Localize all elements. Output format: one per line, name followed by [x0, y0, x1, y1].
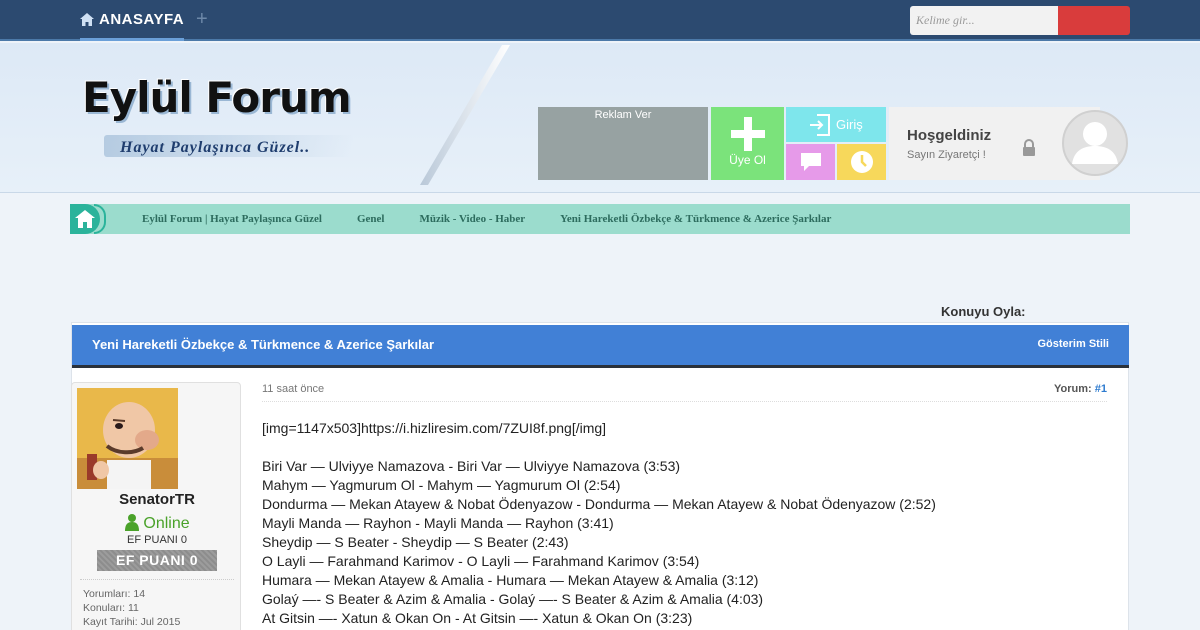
online-status-label: Online: [143, 515, 190, 532]
top-navbar: ANASAYFA + Kelime gir...: [0, 0, 1200, 41]
author-username[interactable]: SenatorTR: [72, 491, 242, 508]
post-author-panel: SenatorTR Online EF PUANI 0 EF PUANI 0 Y…: [71, 382, 241, 630]
search-input[interactable]: Kelime gir...: [910, 6, 1058, 35]
post-line: O Layli — Farahmand Karimov - O Layli — …: [262, 553, 700, 569]
site-logo[interactable]: Eylül Forum Hayat Paylaşınca Güzel..: [82, 73, 382, 163]
post-line: At Gitsin —- Xatun & Okan On - At Gitsin…: [262, 610, 693, 626]
author-panel-divider: [80, 579, 234, 580]
rate-thread-label: Konuyu Oyla:: [941, 304, 1026, 319]
author-avatar[interactable]: [77, 388, 178, 489]
post-content: [img=1147x503]https://i.hizliresim.com/7…: [262, 419, 1107, 628]
post-header-divider: [262, 401, 1107, 402]
author-stats: Yorumları: 14 Konuları: 11 Kayıt Tarihi:…: [83, 587, 180, 629]
breadcrumb-item-thread[interactable]: Yeni Hareketli Özbekçe & Türkmence & Aze…: [560, 213, 831, 225]
home-nav-label: ANASAYFA: [99, 10, 185, 28]
thread-header: Yeni Hareketli Özbekçe & Türkmence & Aze…: [72, 325, 1129, 365]
home-icon: [75, 210, 95, 228]
logo-title: Eylül Forum: [82, 73, 352, 122]
recent-tile[interactable]: [837, 144, 886, 180]
signup-tile[interactable]: Üye Ol: [711, 107, 784, 180]
post-number: Yorum: #1: [1054, 383, 1107, 395]
header-divider: [420, 45, 510, 185]
welcome-subtitle: Sayın Ziyaretçi !: [907, 149, 986, 161]
author-topics-count: Konuları: 11: [83, 602, 139, 614]
logo-subtitle: Hayat Paylaşınca Güzel..: [120, 139, 311, 156]
plus-icon[interactable]: +: [196, 8, 208, 31]
online-user-icon: [125, 514, 140, 531]
advertise-tile[interactable]: Reklam Ver: [538, 107, 708, 180]
breadcrumb-home-ring: [94, 204, 106, 234]
ef-points-badge: EF PUANI 0: [97, 550, 217, 571]
post-line: Golaý —- S Beater & Azim & Amalia - Gola…: [262, 591, 764, 607]
login-icon: [810, 113, 830, 136]
post-number-label: Yorum:: [1054, 383, 1092, 395]
breadcrumb: Eylül Forum | Hayat Paylaşınca Güzel Gen…: [70, 204, 1130, 234]
search-button[interactable]: [1058, 6, 1130, 35]
clock-icon: [850, 151, 873, 173]
signup-label: Üye Ol: [729, 153, 766, 167]
home-icon: [80, 12, 94, 26]
messages-tile[interactable]: [786, 144, 835, 180]
welcome-title: Hoşgeldiniz: [907, 127, 992, 144]
post-line: Sheydip — S Beater - Sheydip — S Beater …: [262, 534, 569, 550]
post-line: Biri Var — Ulviyye Namazova - Biri Var —…: [262, 458, 681, 474]
thread-header-underline: [72, 365, 1129, 368]
home-nav-link[interactable]: ANASAYFA: [80, 0, 185, 41]
lock-icon[interactable]: [1022, 139, 1036, 157]
ef-points-text: EF PUANI 0: [127, 534, 187, 546]
author-posts-count: Yorumları: 14: [83, 588, 146, 600]
post-line: Humara — Mekan Atayew & Amalia - Humara …: [262, 572, 759, 588]
post-timestamp: 11 saat önce: [262, 383, 325, 395]
site-header: Eylül Forum Hayat Paylaşınca Güzel.. Rek…: [0, 43, 1200, 193]
thread-title: Yeni Hareketli Özbekçe & Türkmence & Aze…: [92, 337, 435, 352]
breadcrumb-item-muzik[interactable]: Müzik - Video - Haber: [419, 213, 525, 225]
login-label: Giriş: [836, 117, 863, 132]
plus-icon: [730, 117, 765, 151]
message-icon: [800, 153, 821, 171]
breadcrumb-list: Eylül Forum | Hayat Paylaşınca Güzel Gen…: [142, 204, 866, 234]
post-line: Dondurma — Mekan Atayew & Nobat Ödenyazo…: [262, 496, 936, 512]
author-join-date: Kayıt Tarihi: Jul 2015: [83, 616, 181, 628]
post-line: Mahym — Yagmurum Ol - Mahym — Yagmurum O…: [262, 477, 621, 493]
breadcrumb-item-forum[interactable]: Eylül Forum | Hayat Paylaşınca Güzel: [142, 213, 322, 225]
user-silhouette-icon: [1072, 122, 1118, 164]
online-status: Online: [72, 513, 242, 533]
post-line: Mayli Manda — Rayhon - Mayli Manda — Ray…: [262, 515, 614, 531]
guest-avatar[interactable]: [1062, 110, 1128, 176]
cartoon-avatar-image: [77, 388, 178, 489]
post-line: [img=1147x503]https://i.hizliresim.com/7…: [262, 420, 607, 436]
login-tile[interactable]: Giriş: [786, 107, 886, 142]
display-style-button[interactable]: Gösterim Stili: [1037, 338, 1109, 350]
breadcrumb-item-genel[interactable]: Genel: [357, 213, 385, 225]
post-number-link[interactable]: #1: [1095, 383, 1107, 395]
